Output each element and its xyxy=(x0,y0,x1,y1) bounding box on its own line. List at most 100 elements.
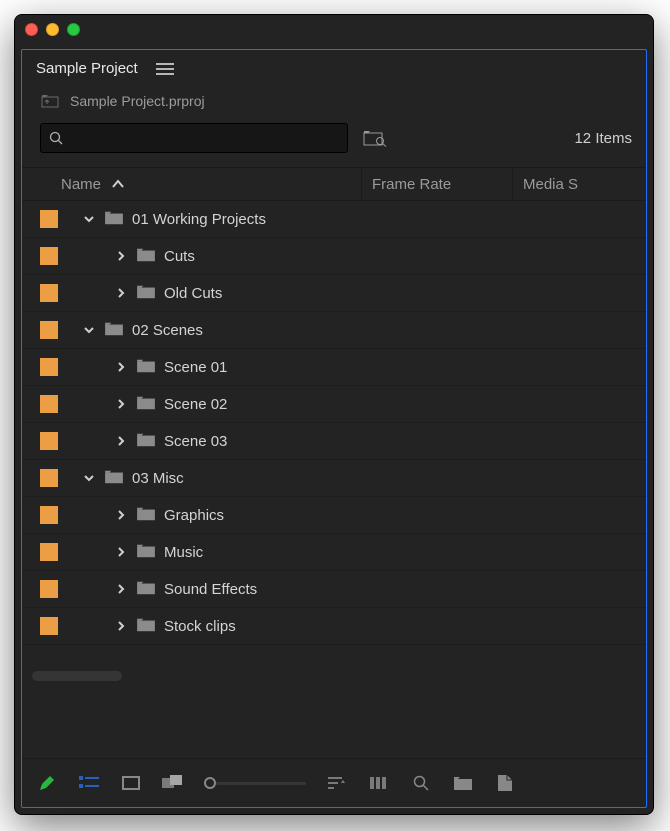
chevron-right-icon[interactable] xyxy=(110,361,132,373)
chevron-right-icon[interactable] xyxy=(110,435,132,447)
column-header-mediastart-label: Media S xyxy=(523,176,578,193)
window-titlebar xyxy=(15,15,653,43)
row-label: Music xyxy=(164,544,203,561)
row-label: Cuts xyxy=(164,248,195,265)
label-swatch[interactable] xyxy=(40,617,58,635)
app-window: Sample Project Sample Project.prproj xyxy=(14,14,654,815)
chevron-right-icon[interactable] xyxy=(110,583,132,595)
search-bins-toggle[interactable] xyxy=(362,128,388,148)
label-swatch[interactable] xyxy=(40,210,58,228)
bin-icon xyxy=(132,358,164,377)
row-label: 03 Misc xyxy=(132,470,184,487)
label-swatch[interactable] xyxy=(40,469,58,487)
search-row: 12 Items xyxy=(22,117,646,167)
items-count: 12 Items xyxy=(574,130,632,147)
new-bin-icon[interactable] xyxy=(452,772,474,794)
find-icon[interactable] xyxy=(410,772,432,794)
row-label: Sound Effects xyxy=(164,581,257,598)
table-row[interactable]: Old Cuts xyxy=(22,275,646,312)
automate-sequence-icon[interactable] xyxy=(368,772,390,794)
table-row[interactable]: Graphics xyxy=(22,497,646,534)
label-swatch[interactable] xyxy=(40,395,58,413)
new-item-icon[interactable] xyxy=(494,772,516,794)
table-rows: 01 Working Projects Cuts Old Cuts 02 Scenes… xyxy=(22,201,646,645)
chevron-right-icon[interactable] xyxy=(110,398,132,410)
row-label: Scene 01 xyxy=(164,359,227,376)
window-close-button[interactable] xyxy=(25,23,38,36)
label-swatch[interactable] xyxy=(40,580,58,598)
project-file-row: Sample Project.prproj xyxy=(22,85,646,117)
window-minimize-button[interactable] xyxy=(46,23,59,36)
bin-icon xyxy=(100,469,132,488)
sort-ascending-icon xyxy=(111,179,125,189)
table-row[interactable]: 01 Working Projects xyxy=(22,201,646,238)
bin-icon xyxy=(132,580,164,599)
bin-icon xyxy=(100,321,132,340)
thumbnail-size-slider[interactable] xyxy=(204,772,306,794)
chevron-right-icon[interactable] xyxy=(110,509,132,521)
row-label: Scene 02 xyxy=(164,396,227,413)
bin-icon xyxy=(132,284,164,303)
bin-icon xyxy=(100,210,132,229)
label-swatch[interactable] xyxy=(40,358,58,376)
label-swatch[interactable] xyxy=(40,247,58,265)
navigate-up-icon[interactable] xyxy=(40,93,60,109)
column-header-name[interactable]: Name xyxy=(55,168,362,200)
list-view-icon[interactable] xyxy=(78,772,100,794)
chevron-down-icon[interactable] xyxy=(78,472,100,484)
label-swatch[interactable] xyxy=(40,321,58,339)
freeform-view-icon[interactable] xyxy=(162,772,184,794)
pencil-icon[interactable] xyxy=(36,772,58,794)
label-swatch[interactable] xyxy=(40,543,58,561)
chevron-down-icon[interactable] xyxy=(78,213,100,225)
row-label: Old Cuts xyxy=(164,285,222,302)
search-icon xyxy=(49,131,63,145)
chevron-right-icon[interactable] xyxy=(110,250,132,262)
project-panel: Sample Project Sample Project.prproj xyxy=(21,49,647,808)
table-row[interactable]: Stock clips xyxy=(22,608,646,645)
column-header-mediastart[interactable]: Media S xyxy=(513,168,646,200)
column-header-framerate[interactable]: Frame Rate xyxy=(362,168,513,200)
panel-toolbar xyxy=(22,758,646,807)
row-label: Stock clips xyxy=(164,618,236,635)
table-row[interactable]: Scene 01 xyxy=(22,349,646,386)
row-label: Graphics xyxy=(164,507,224,524)
bin-icon xyxy=(132,543,164,562)
bin-icon xyxy=(132,247,164,266)
table-row[interactable]: Scene 03 xyxy=(22,423,646,460)
table-row[interactable]: 03 Misc xyxy=(22,460,646,497)
bin-icon xyxy=(132,432,164,451)
table-row[interactable]: Cuts xyxy=(22,238,646,275)
label-swatch[interactable] xyxy=(40,506,58,524)
column-header-row: Name Frame Rate Media S xyxy=(22,168,646,201)
icon-view-icon[interactable] xyxy=(120,772,142,794)
panel-header: Sample Project xyxy=(22,50,646,85)
chevron-right-icon[interactable] xyxy=(110,287,132,299)
bin-icon xyxy=(132,506,164,525)
panel-menu-icon[interactable] xyxy=(156,63,174,75)
chevron-down-icon[interactable] xyxy=(78,324,100,336)
bin-icon xyxy=(132,395,164,414)
sort-icons-button[interactable] xyxy=(326,772,348,794)
bin-icon xyxy=(132,617,164,636)
search-input[interactable] xyxy=(71,130,339,147)
table-row[interactable]: Sound Effects xyxy=(22,571,646,608)
table-row[interactable]: 02 Scenes xyxy=(22,312,646,349)
table-row[interactable]: Scene 02 xyxy=(22,386,646,423)
horizontal-scrollbar[interactable] xyxy=(32,671,636,683)
project-file-name: Sample Project.prproj xyxy=(70,93,205,109)
row-label: 01 Working Projects xyxy=(132,211,266,228)
column-header-name-label: Name xyxy=(61,176,101,193)
label-swatch[interactable] xyxy=(40,432,58,450)
chevron-right-icon[interactable] xyxy=(110,620,132,632)
project-table: Name Frame Rate Media S 01 Working Proje… xyxy=(22,167,646,758)
label-swatch[interactable] xyxy=(40,284,58,302)
chevron-right-icon[interactable] xyxy=(110,546,132,558)
table-row[interactable]: Music xyxy=(22,534,646,571)
row-label: Scene 03 xyxy=(164,433,227,450)
search-box[interactable] xyxy=(40,123,348,153)
window-zoom-button[interactable] xyxy=(67,23,80,36)
row-label: 02 Scenes xyxy=(132,322,203,339)
horizontal-scroll-thumb[interactable] xyxy=(32,671,122,681)
column-header-framerate-label: Frame Rate xyxy=(372,176,451,193)
